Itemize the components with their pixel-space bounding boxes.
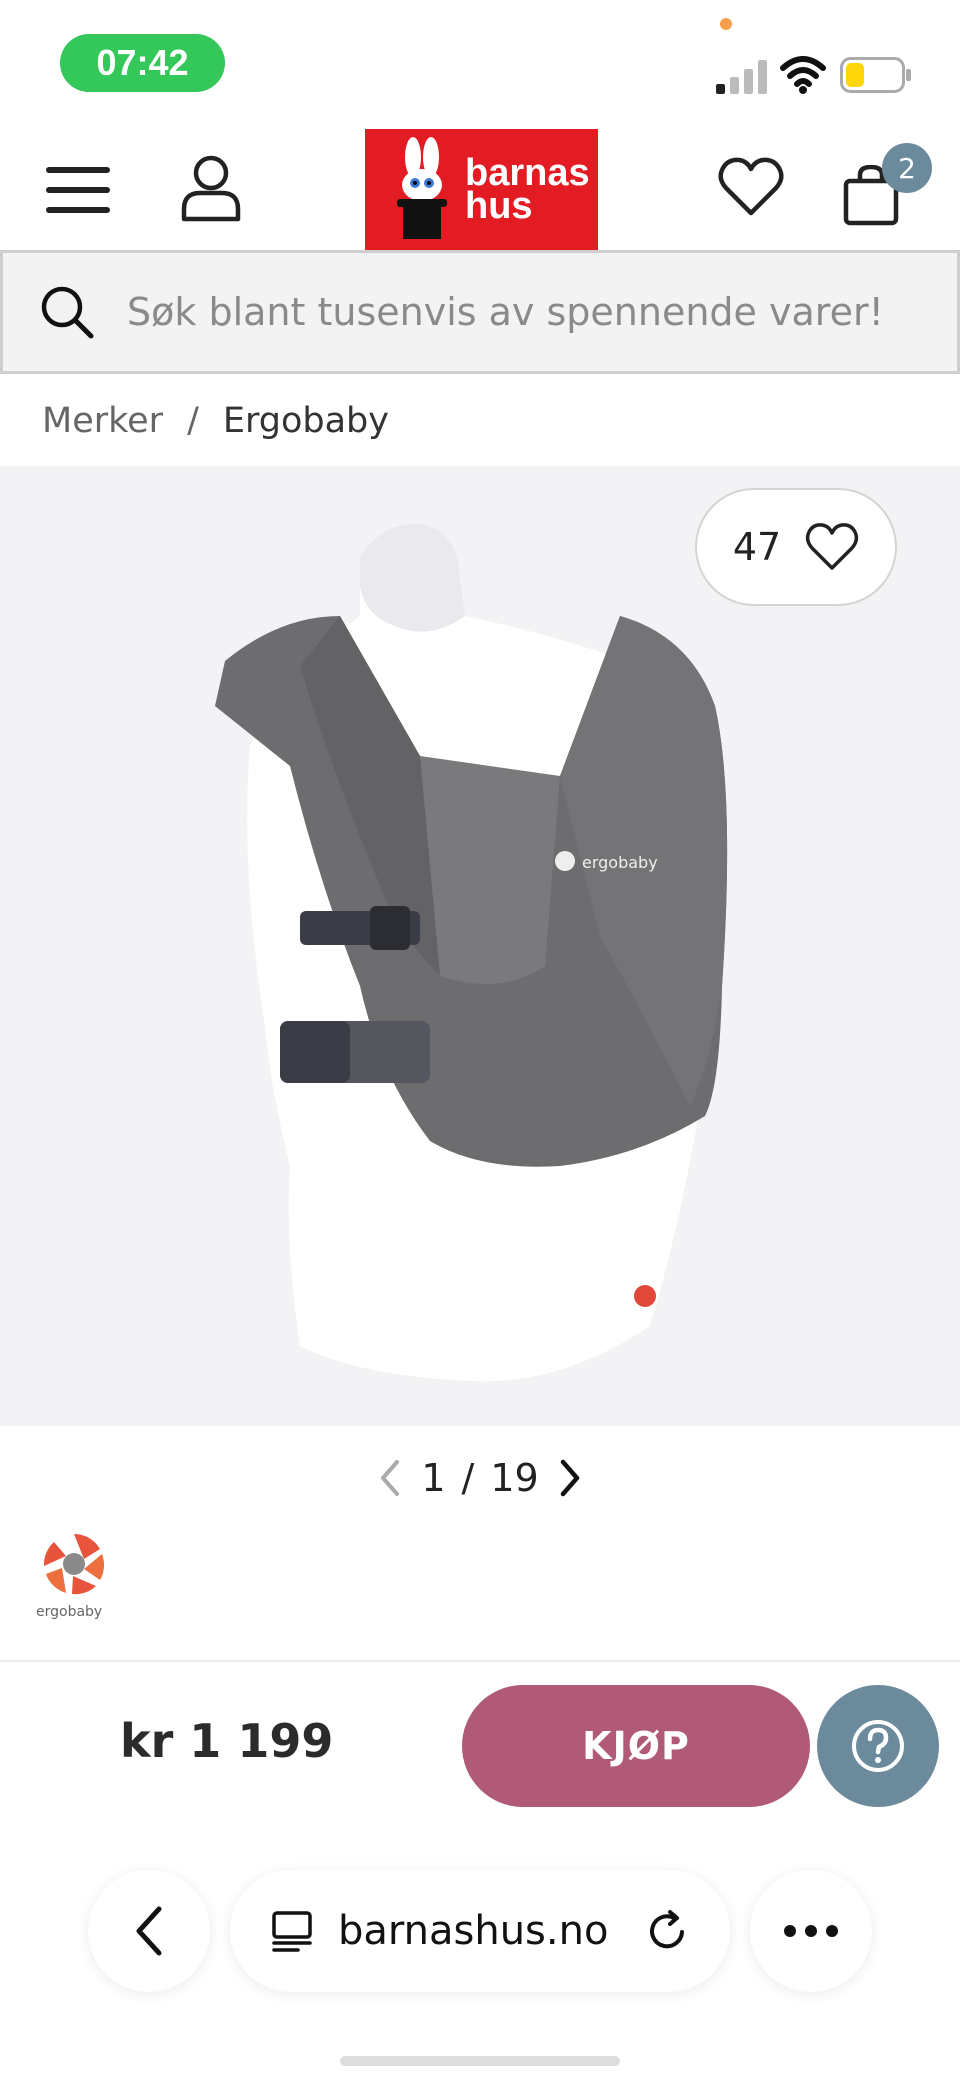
image-total: 19: [490, 1456, 539, 1500]
cart-button[interactable]: 2: [842, 143, 932, 233]
search-input[interactable]: [127, 290, 947, 334]
breadcrumb-item-merker[interactable]: Merker: [42, 401, 163, 441]
privacy-indicator: [720, 18, 732, 30]
question-mark-icon: [852, 1720, 904, 1772]
breadcrumb: Merker / Ergobaby: [42, 396, 389, 446]
wifi-icon: [780, 56, 826, 94]
favorite-count: 47: [732, 525, 782, 569]
search-icon: [41, 286, 94, 339]
brand-logo[interactable]: ergobaby: [36, 1528, 116, 1620]
breadcrumb-item-ergobaby[interactable]: Ergobaby: [223, 401, 389, 441]
address-bar[interactable]: barnashus.no: [230, 1870, 730, 1992]
logo-text-line2: hus: [465, 185, 533, 227]
account-icon[interactable]: [178, 153, 244, 223]
previous-image-icon[interactable]: [375, 1458, 405, 1498]
cart-count-badge: 2: [882, 143, 932, 193]
url-text: barnashus.no: [338, 1908, 609, 1954]
reload-icon[interactable]: [644, 1908, 690, 1954]
page-menu-icon[interactable]: [270, 1909, 314, 1953]
image-index: 1: [421, 1456, 446, 1500]
pager-separator: /: [461, 1456, 475, 1500]
product-image-gallery[interactable]: ergobaby 47: [0, 466, 960, 1426]
home-indicator: [340, 2056, 620, 2066]
product-price: kr 1 199: [120, 1714, 334, 1768]
divider: [0, 1660, 960, 1662]
clock: 07:42: [60, 34, 225, 92]
barnashus-logo[interactable]: barnas hus: [365, 129, 598, 251]
breadcrumb-separator: /: [187, 401, 199, 441]
site-header: barnas hus 2: [0, 125, 960, 251]
image-pager: 1 / 19: [370, 1448, 590, 1508]
browser-toolbar: barnashus.no: [0, 1840, 960, 2079]
hamburger-menu-icon[interactable]: [44, 163, 114, 217]
wishlist-heart-icon[interactable]: [718, 155, 784, 221]
cellular-signal-icon: [716, 60, 767, 94]
help-button[interactable]: [817, 1685, 939, 1807]
back-button[interactable]: [88, 1870, 210, 1992]
search-bar[interactable]: [0, 250, 960, 374]
heart-icon: [805, 523, 859, 570]
status-bar: 07:42: [0, 0, 960, 125]
chevron-left-icon: [136, 1906, 162, 1956]
brand-logo-text: ergobaby: [36, 1604, 103, 1620]
rabbit-hat-logo-icon: [397, 137, 447, 239]
ellipsis-icon: [784, 1925, 838, 1937]
more-options-button[interactable]: [750, 1870, 872, 1992]
svg-text:ergobaby: ergobaby: [582, 853, 658, 872]
battery-icon: [840, 57, 911, 93]
product-image[interactable]: ergobaby: [0, 466, 960, 1426]
favorite-count-button[interactable]: 47: [695, 488, 897, 606]
ergobaby-logo-icon: [43, 1534, 105, 1595]
buy-button[interactable]: KJØP: [462, 1685, 810, 1807]
next-image-icon[interactable]: [555, 1458, 585, 1498]
